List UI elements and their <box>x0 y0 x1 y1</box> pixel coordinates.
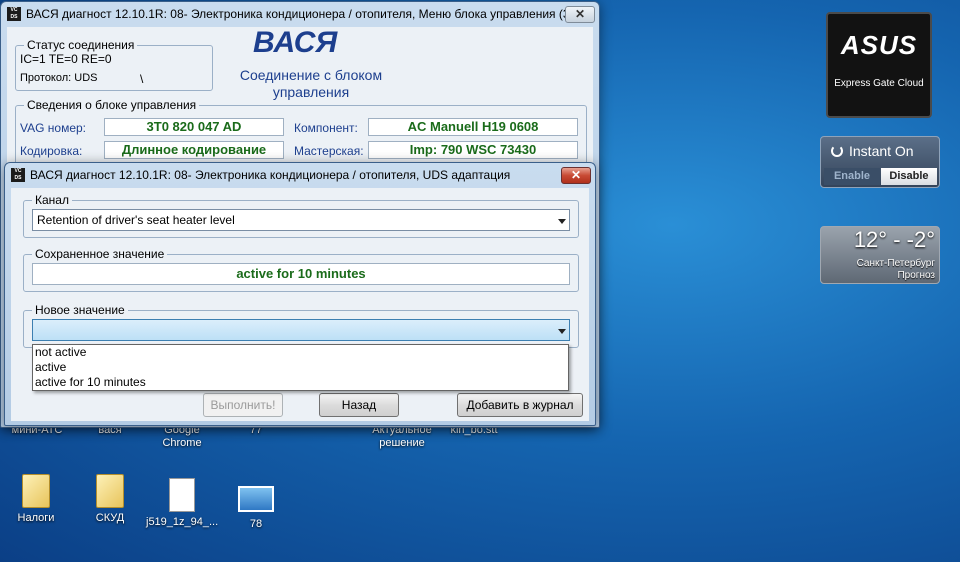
main-window-title: ВАСЯ диагност 12.10.1R: 08- Электроника … <box>26 7 565 21</box>
desktop-icon-label: 78 <box>249 518 263 530</box>
app-logo: ВАСЯ <box>253 26 338 59</box>
dropdown-option[interactable]: active <box>33 360 568 375</box>
weather-temp: 12° - -2° <box>853 227 935 252</box>
desktop-icon-label: СКУД <box>95 512 125 524</box>
coding-label: Кодировка: <box>20 144 83 158</box>
vag-number-label: VAG номер: <box>20 121 87 135</box>
connection-status-legend: Статус соединения <box>24 38 138 52</box>
busy-indicator: \ <box>140 72 144 86</box>
desktop-icon-nalogi[interactable]: Налоги <box>6 474 66 525</box>
main-window-titlebar[interactable]: VC DS ВАСЯ диагност 12.10.1R: 08- Электро… <box>1 2 599 26</box>
weather-forecast-link[interactable]: Прогноз <box>897 270 935 281</box>
disable-button[interactable]: Disable <box>881 168 937 185</box>
saved-value-group: Сохраненное значение active for 10 minut… <box>23 247 579 292</box>
channel-legend: Канал <box>32 193 72 207</box>
close-icon[interactable]: ✕ <box>565 5 595 23</box>
coding-value: Длинное кодирование <box>104 141 284 159</box>
instant-on-title: Instant On <box>849 143 914 159</box>
new-value-group: Новое значение <box>23 303 579 348</box>
chevron-down-icon <box>558 329 566 334</box>
dropdown-option[interactable]: active for 10 minutes <box>33 375 568 390</box>
folder-icon <box>22 474 50 508</box>
new-value-dropdown-list: not active active active for 10 minutes <box>32 344 569 391</box>
saved-value-field: active for 10 minutes <box>32 263 570 285</box>
asus-express-gate-gadget[interactable]: ASUS Express Gate Cloud <box>826 12 932 118</box>
desktop-icon-skud[interactable]: СКУД <box>80 474 140 525</box>
desktop-icon-label: Налоги <box>17 512 55 524</box>
add-to-log-button[interactable]: Добавить в журнал <box>457 393 583 417</box>
adaptation-dialog-titlebar[interactable]: VC DS ВАСЯ диагност 12.10.1R: 08- Электро… <box>5 163 595 187</box>
close-icon[interactable]: ✕ <box>561 166 591 184</box>
weather-gadget[interactable]: 12° - -2° Санкт-Петербург Прогноз <box>820 226 940 284</box>
component-value: AC Manuell H19 0608 <box>368 118 578 136</box>
connect-status-line2: управления <box>272 84 350 100</box>
dropdown-option[interactable]: not active <box>33 345 568 360</box>
connection-counters: IC=1 TE=0 RE=0 <box>20 52 112 66</box>
ecu-info-legend: Сведения о блоке управления <box>24 98 200 112</box>
protocol-label: Протокол: UDS <box>20 72 98 84</box>
instant-on-gadget: Instant On Enable Disable <box>820 136 940 188</box>
execute-button[interactable]: Выполнить! <box>203 393 283 417</box>
app-icon: VC DS <box>7 7 21 21</box>
channel-select-value: Retention of driver's seat heater level <box>37 213 235 227</box>
connection-status-group: Статус соединения IC=1 TE=0 RE=0 Протоко… <box>15 38 213 91</box>
connect-status-line1: Соединение с блоком <box>239 67 383 83</box>
vag-number-value: 3T0 820 047 AD <box>104 118 284 136</box>
asus-logo: ASUS <box>840 30 918 60</box>
desktop-label-reshenie[interactable]: решение <box>372 437 432 450</box>
enable-button[interactable]: Enable <box>824 168 880 185</box>
workshop-label: Мастерская: <box>294 144 364 158</box>
desktop-icon-j519[interactable]: j519_1z_94_... <box>146 478 218 529</box>
saved-value-legend: Сохраненное значение <box>32 247 168 261</box>
asus-caption: Express Gate Cloud <box>834 78 924 89</box>
back-button[interactable]: Назад <box>319 393 399 417</box>
adaptation-dialog-title: ВАСЯ диагност 12.10.1R: 08- Электроника … <box>30 168 511 182</box>
component-label: Компонент: <box>294 121 358 135</box>
workshop-value: Imp: 790 WSC 73430 <box>368 141 578 159</box>
document-icon <box>169 478 195 512</box>
new-value-select[interactable] <box>32 319 570 341</box>
new-value-legend: Новое значение <box>32 303 128 317</box>
weather-city: Санкт-Петербург <box>856 258 935 269</box>
desktop-icon-label: j519_1z_94_... <box>146 516 219 528</box>
desktop-icon-78[interactable]: 78 <box>226 482 286 531</box>
image-icon <box>238 486 274 512</box>
channel-group: Канал Retention of driver's seat heater … <box>23 193 579 238</box>
chevron-down-icon <box>558 219 566 224</box>
desktop-label-chrome[interactable]: Chrome <box>152 437 212 450</box>
app-icon: VC DS <box>11 168 25 182</box>
channel-select[interactable]: Retention of driver's seat heater level <box>32 209 570 231</box>
power-icon <box>831 145 843 157</box>
folder-icon <box>96 474 124 508</box>
